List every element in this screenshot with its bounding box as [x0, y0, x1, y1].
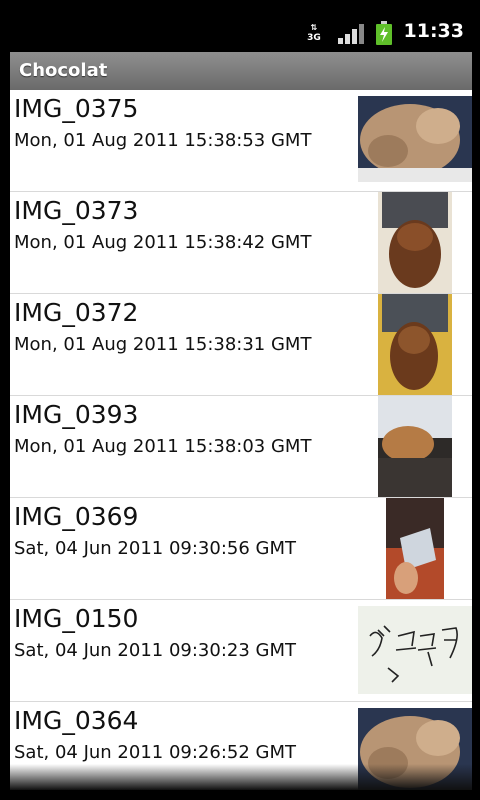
image-date: Mon, 01 Aug 2011 15:38:03 GMT — [14, 436, 312, 457]
image-thumbnail — [378, 192, 452, 293]
network-type: 3G — [307, 33, 321, 43]
image-name: IMG_0393 — [14, 400, 139, 429]
image-thumbnail — [358, 606, 472, 694]
image-name: IMG_0372 — [14, 298, 139, 327]
image-date: Mon, 01 Aug 2011 15:38:42 GMT — [14, 232, 312, 253]
list-item[interactable]: IMG_0372 Mon, 01 Aug 2011 15:38:31 GMT — [10, 294, 472, 396]
image-thumbnail — [358, 96, 472, 182]
image-list[interactable]: IMG_0375 Mon, 01 Aug 2011 15:38:53 GMT I… — [10, 90, 472, 790]
image-name: IMG_0150 — [14, 604, 139, 633]
list-item[interactable]: IMG_0375 Mon, 01 Aug 2011 15:38:53 GMT — [10, 90, 472, 192]
battery-charging-icon — [376, 21, 392, 45]
image-date: Mon, 01 Aug 2011 15:38:53 GMT — [14, 130, 312, 151]
image-date: Mon, 01 Aug 2011 15:38:31 GMT — [14, 334, 312, 355]
list-item[interactable]: IMG_0393 Mon, 01 Aug 2011 15:38:03 GMT — [10, 396, 472, 498]
image-name: IMG_0373 — [14, 196, 139, 225]
image-thumbnail — [378, 396, 452, 497]
status-bar: ⇅ 3G 11:33 — [10, 10, 472, 52]
image-date: Sat, 04 Jun 2011 09:26:52 GMT — [14, 742, 296, 763]
screen: ⇅ 3G 11:33 Chocolat IMG_0375 Mon, 01 Aug… — [10, 10, 472, 790]
network-activity-icon: ⇅ 3G — [307, 23, 321, 43]
image-thumbnail — [386, 498, 444, 599]
image-date: Sat, 04 Jun 2011 09:30:23 GMT — [14, 640, 296, 661]
image-date: Sat, 04 Jun 2011 09:30:56 GMT — [14, 538, 296, 559]
scroll-fade-edge — [10, 764, 472, 790]
signal-strength-icon — [338, 24, 364, 44]
app-title-bar: Chocolat — [10, 52, 472, 90]
image-thumbnail — [378, 294, 452, 395]
clock: 11:33 — [403, 20, 464, 42]
list-item[interactable]: IMG_0373 Mon, 01 Aug 2011 15:38:42 GMT — [10, 192, 472, 294]
app-title: Chocolat — [19, 60, 108, 81]
list-item[interactable]: IMG_0369 Sat, 04 Jun 2011 09:30:56 GMT — [10, 498, 472, 600]
image-name: IMG_0375 — [14, 94, 139, 123]
image-name: IMG_0364 — [14, 706, 139, 735]
image-name: IMG_0369 — [14, 502, 139, 531]
list-item[interactable]: IMG_0150 Sat, 04 Jun 2011 09:30:23 GMT — [10, 600, 472, 702]
